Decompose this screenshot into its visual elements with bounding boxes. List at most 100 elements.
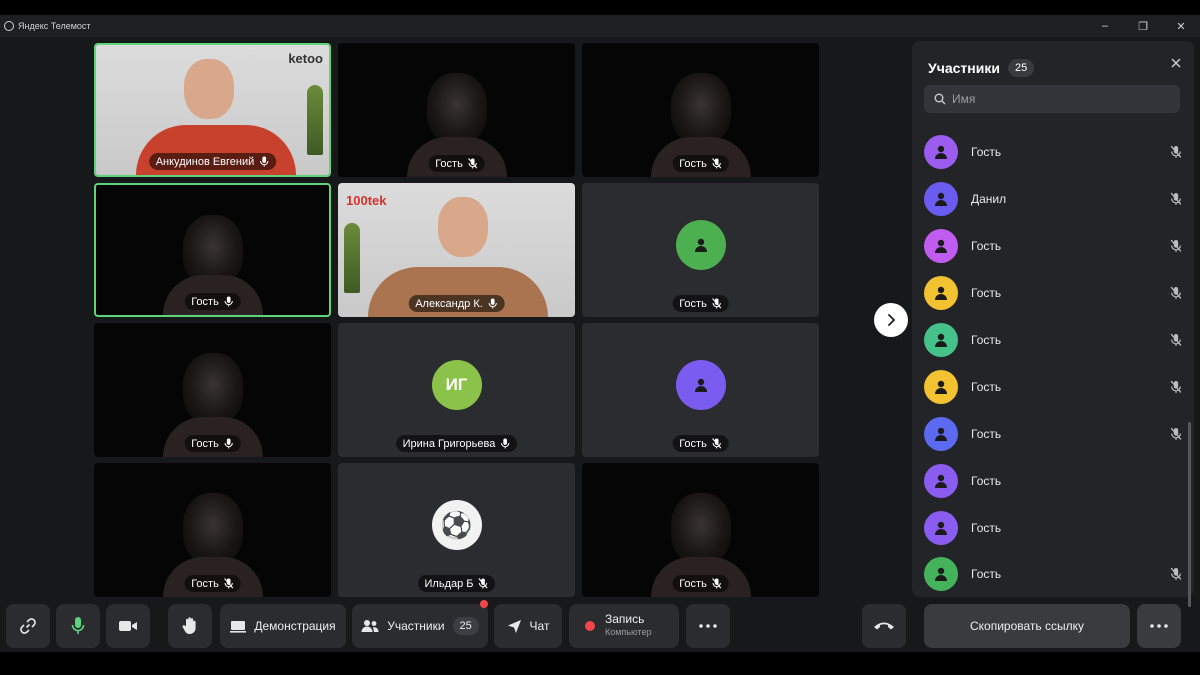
camera-toggle[interactable] bbox=[106, 604, 150, 648]
copy-invite-link-button[interactable] bbox=[6, 604, 50, 648]
close-button[interactable]: ✕ bbox=[1162, 15, 1200, 37]
mic-muted-icon bbox=[712, 158, 722, 169]
person-icon bbox=[935, 240, 947, 254]
maximize-button[interactable]: ❐ bbox=[1124, 15, 1162, 37]
participant-list-item[interactable]: Гость bbox=[924, 129, 1182, 176]
record-button[interactable]: Запись Компьютер bbox=[569, 604, 679, 648]
app-title: Яндекс Телемост bbox=[18, 21, 91, 31]
person-icon bbox=[935, 193, 947, 207]
avatar bbox=[924, 463, 958, 498]
person-icon bbox=[935, 286, 947, 301]
participant-name: Александр К. bbox=[415, 297, 483, 310]
mic-muted-icon bbox=[1170, 427, 1182, 440]
panel-header: Участники 25 bbox=[928, 59, 1035, 77]
participant-name: Гость bbox=[191, 295, 219, 308]
bottom-toolbar: Демонстрация Участники 25 Чат Запись Ком… bbox=[0, 600, 1200, 650]
letterbox-top bbox=[0, 0, 1200, 15]
letterbox-bottom bbox=[0, 652, 1200, 675]
participant-list-item[interactable]: Гость bbox=[924, 317, 1182, 364]
mic-muted-icon bbox=[478, 578, 489, 589]
panel-more-button[interactable] bbox=[1137, 604, 1181, 648]
avatar bbox=[675, 220, 726, 270]
participant-tile[interactable]: ⚽ Ильдар Б bbox=[338, 463, 575, 597]
participant-tile[interactable]: Гость bbox=[94, 323, 331, 457]
participant-name-label: Гость bbox=[184, 293, 241, 310]
participant-tile[interactable]: Гость bbox=[582, 463, 819, 597]
mic-on-icon bbox=[224, 296, 233, 307]
participant-name: Гость bbox=[679, 297, 707, 310]
participant-name: Гость bbox=[971, 379, 1002, 394]
participant-name: Анкудинов Евгений bbox=[155, 155, 255, 168]
more-options-button[interactable] bbox=[686, 604, 730, 648]
minimize-button[interactable]: – bbox=[1086, 15, 1124, 37]
participant-tile[interactable]: Гость bbox=[338, 43, 575, 177]
person-icon bbox=[694, 238, 707, 252]
camera-icon bbox=[119, 621, 137, 631]
avatar bbox=[924, 557, 958, 592]
person-icon bbox=[935, 568, 947, 582]
participant-list-item[interactable]: Гость bbox=[924, 363, 1182, 410]
participant-list-item[interactable]: Гость bbox=[924, 410, 1182, 457]
people-icon bbox=[361, 620, 379, 632]
avatar bbox=[675, 360, 726, 410]
participant-list-scrollbar[interactable] bbox=[1188, 422, 1191, 607]
title-bar: Яндекс Телемост – ❐ ✕ bbox=[0, 15, 1200, 37]
participant-list-item[interactable]: Гость bbox=[924, 270, 1182, 317]
link-icon bbox=[20, 618, 36, 634]
participant-list-item[interactable]: Гость bbox=[924, 504, 1182, 551]
search-input[interactable] bbox=[952, 92, 1152, 106]
participant-name: Гость bbox=[971, 286, 1002, 301]
participant-name-label: Анкудинов Евгений bbox=[148, 153, 277, 170]
mic-muted-icon bbox=[1170, 380, 1182, 393]
mic-on-icon bbox=[501, 438, 510, 449]
end-call-button[interactable] bbox=[862, 604, 906, 648]
participant-list-item[interactable]: Гость bbox=[924, 223, 1182, 270]
participant-name: Гость bbox=[679, 437, 707, 450]
microphone-toggle[interactable] bbox=[56, 604, 100, 648]
screen-share-icon bbox=[230, 620, 247, 633]
participant-tile[interactable]: 100tek Александр К. bbox=[338, 183, 575, 317]
participant-name-label: Гость bbox=[184, 435, 241, 452]
close-panel-button[interactable] bbox=[1168, 55, 1184, 71]
participants-label: Участники bbox=[387, 619, 445, 633]
participant-name: Гость bbox=[971, 239, 1002, 254]
participant-name-label: Ирина Григорьева bbox=[395, 435, 518, 452]
raise-hand-button[interactable] bbox=[168, 604, 212, 648]
participant-name: Гость bbox=[971, 520, 1002, 535]
screen-share-button[interactable]: Демонстрация bbox=[220, 604, 346, 648]
participant-tile[interactable]: Гость bbox=[582, 43, 819, 177]
participant-name: Гость bbox=[971, 473, 1002, 488]
search-icon bbox=[934, 93, 946, 105]
record-dot-icon bbox=[585, 621, 595, 631]
participant-tile[interactable]: ИГ Ирина Григорьева bbox=[338, 323, 575, 457]
participant-list-item[interactable]: Гость bbox=[924, 551, 1182, 598]
copy-link-button[interactable]: Скопировать ссылку bbox=[924, 604, 1130, 648]
participant-search[interactable] bbox=[924, 85, 1180, 113]
avatar bbox=[924, 369, 958, 404]
participant-tile[interactable]: ketoo Анкудинов Евгений bbox=[94, 43, 331, 177]
next-page-button[interactable] bbox=[874, 303, 908, 337]
mic-on-icon bbox=[488, 298, 497, 309]
participant-list-item[interactable]: Данил bbox=[924, 176, 1182, 223]
mic-muted-icon bbox=[224, 578, 234, 589]
avatar: ⚽ bbox=[431, 500, 482, 550]
hang-up-icon bbox=[874, 622, 894, 630]
participants-count-badge: 25 bbox=[452, 617, 479, 635]
more-dots-icon bbox=[699, 624, 717, 628]
participant-name-label: Гость bbox=[428, 155, 485, 172]
participant-count-badge: 25 bbox=[1007, 59, 1035, 77]
participant-name-label: Гость bbox=[672, 295, 729, 312]
send-icon bbox=[507, 619, 521, 633]
mic-muted-icon bbox=[1170, 333, 1182, 346]
avatar bbox=[924, 135, 958, 170]
person-icon bbox=[935, 474, 947, 488]
participants-button[interactable]: Участники 25 bbox=[352, 600, 488, 648]
chat-button[interactable]: Чат bbox=[494, 604, 562, 648]
participant-list-item[interactable]: Гость bbox=[924, 457, 1182, 504]
participant-tile[interactable]: Гость bbox=[94, 183, 331, 317]
soccer-ball-icon: ⚽ bbox=[440, 509, 473, 540]
mic-muted-icon bbox=[468, 158, 478, 169]
participant-tile[interactable]: Гость bbox=[94, 463, 331, 597]
participant-tile[interactable]: Гость bbox=[582, 183, 819, 317]
participant-tile[interactable]: Гость bbox=[582, 323, 819, 457]
